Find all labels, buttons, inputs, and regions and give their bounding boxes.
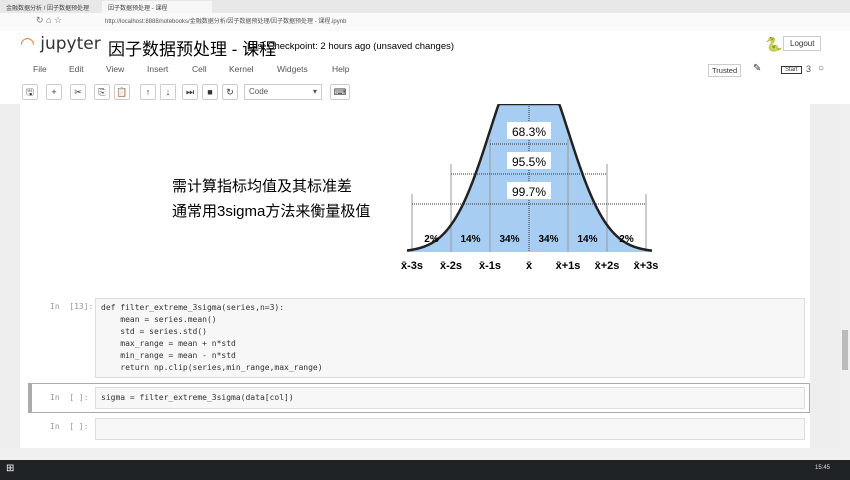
menu-kernel[interactable]: Kernel: [229, 64, 254, 74]
browser-tab-active[interactable]: 因子数据预处理 - 课程: [102, 1, 212, 13]
taskbar: ⊞: [0, 460, 850, 480]
code-input[interactable]: sigma = filter_extreme_3sigma(data[col]): [96, 388, 804, 408]
menu-help[interactable]: Help: [332, 64, 349, 74]
axis-tick-label: x̄-3s: [401, 260, 423, 272]
menu-widgets[interactable]: Widgets: [277, 64, 308, 74]
menu-view[interactable]: View: [106, 64, 124, 74]
menu-edit[interactable]: Edit: [69, 64, 84, 74]
reload-icon[interactable]: ↻ ⌂ ☆: [36, 15, 62, 26]
segment-label: 14%: [460, 234, 480, 245]
segment-label: 34%: [499, 234, 519, 245]
code-line: mean = series.mean(): [101, 315, 217, 324]
markdown-line: 需计算指标均值及其标准差: [172, 178, 353, 195]
kernel-idle-icon: ○: [818, 63, 825, 74]
restart-button[interactable]: ↻: [222, 84, 238, 100]
logout-button[interactable]: Logout: [783, 36, 822, 51]
axis-tick-label: x̄+3s: [634, 260, 659, 272]
axis-tick-label: x̄-2s: [440, 260, 462, 272]
url-field[interactable]: http://localhost:8888/notebooks/金融数据分析/因…: [105, 16, 346, 25]
code-cell[interactable]: sigma = filter_extreme_3sigma(data[col]): [95, 387, 805, 409]
menu-cell[interactable]: Cell: [192, 64, 207, 74]
x-bar-symbol: x̄: [526, 260, 533, 272]
run-button[interactable]: ⏭: [182, 84, 198, 100]
axis-tick-offset: +2s: [601, 260, 620, 272]
normal-distribution-diagram: 68.3%95.5%99.7%2% 14% 34% 34% 14% 2%x̄-3s x̄-2…: [401, 104, 659, 272]
axis-tick-label: x̄+2s: [595, 260, 620, 272]
axis-tick-label: x̄: [526, 260, 533, 272]
code-cell[interactable]: [95, 418, 805, 440]
cell-type-value: Code: [249, 87, 269, 96]
cut-button[interactable]: ✂: [70, 84, 86, 100]
markdown-line: 通常用3sigma方法来衡量极值: [172, 203, 371, 220]
code-line: std = series.std(): [101, 327, 207, 336]
axis-tick-label: x̄+1s: [556, 260, 581, 272]
segment-label: 34%: [538, 234, 558, 245]
axis-tick-offset: +3s: [640, 260, 659, 272]
cell-type-select[interactable]: Code ▾: [244, 84, 322, 100]
checkpoint-status: Last Checkpoint: 2 hours ago (unsaved ch…: [247, 41, 455, 52]
python-logo-icon: 🐍: [765, 36, 783, 52]
browser-tab[interactable]: 金融数据分析 / 因子数据预处理: [0, 1, 100, 13]
band-label: 68.3%: [512, 125, 546, 139]
move-up-button[interactable]: ↑: [140, 84, 156, 100]
code-line: max_range = mean + n*std: [101, 339, 236, 348]
code-line: return np.clip(series,min_range,max_rang…: [101, 363, 323, 372]
move-down-button[interactable]: ↓: [160, 84, 176, 100]
code-cell[interactable]: def filter_extreme_3sigma(series,n=3): m…: [95, 298, 805, 378]
code-input[interactable]: def filter_extreme_3sigma(series,n=3): m…: [96, 299, 804, 377]
keyboard-button[interactable]: ⌨: [330, 84, 350, 100]
band-label: 95.5%: [512, 155, 546, 169]
trusted-badge[interactable]: Trusted: [708, 64, 742, 77]
jupyter-logo[interactable]: ◠ jupyter: [20, 34, 101, 54]
cell-prompt: In [ ]:: [50, 393, 89, 402]
axis-tick-offset: +1s: [562, 260, 581, 272]
segment-label: 2%: [424, 234, 439, 245]
menu-file[interactable]: File: [33, 64, 47, 74]
status-bar: [0, 448, 850, 460]
logo-text: jupyter: [40, 34, 101, 54]
save-button[interactable]: 🖫: [22, 84, 38, 100]
segment-label: 14%: [577, 234, 597, 245]
axis-tick-offset: -3s: [407, 260, 423, 272]
scrollbar-thumb[interactable]: [842, 330, 848, 370]
band-label: 99.7%: [512, 185, 546, 199]
copy-button[interactable]: ⎘: [94, 84, 110, 100]
tooltip: Start: [781, 66, 802, 74]
scrollbar[interactable]: [840, 104, 850, 448]
code-line: def filter_extreme_3sigma(series,n=3):: [101, 303, 285, 312]
axis-tick-label: x̄-1s: [479, 260, 501, 272]
segment-label: 2%: [619, 234, 634, 245]
paste-button[interactable]: 📋: [114, 84, 130, 100]
code-line: min_range = mean - n*std: [101, 351, 236, 360]
edit-pencil-icon[interactable]: ✎: [753, 63, 761, 74]
chevron-down-icon: ▾: [312, 87, 317, 96]
cell-prompt: In [ ]:: [50, 422, 89, 431]
clock: 15:45: [815, 465, 831, 471]
windows-start-icon[interactable]: ⊞: [6, 463, 14, 474]
axis-tick-offset: -1s: [485, 260, 501, 272]
kernel-number: 3: [806, 64, 812, 74]
insert-cell-button[interactable]: +: [46, 84, 62, 100]
stop-button[interactable]: ■: [202, 84, 218, 100]
cell-prompt: In [13]:: [50, 302, 94, 311]
axis-tick-offset: -2s: [446, 260, 462, 272]
menu-insert[interactable]: Insert: [147, 64, 168, 74]
